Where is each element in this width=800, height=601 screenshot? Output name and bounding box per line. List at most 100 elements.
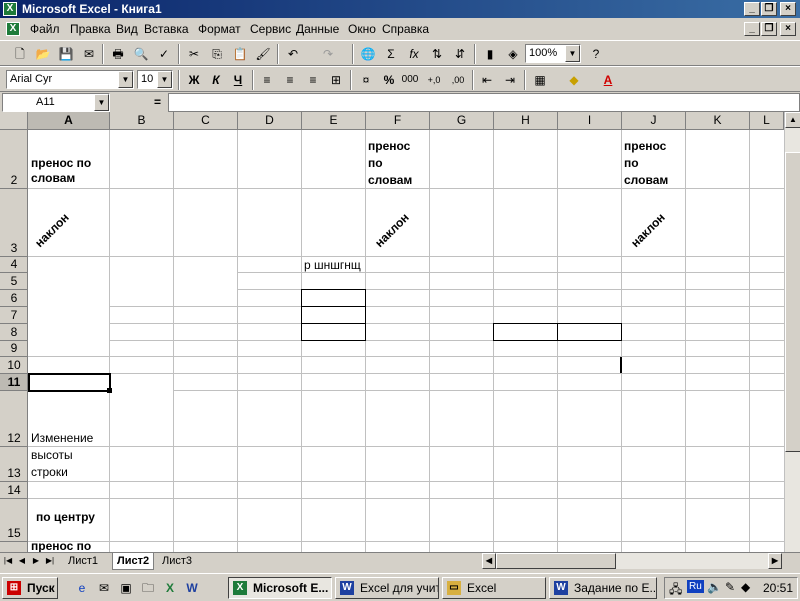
align-right-icon[interactable]: ≡ [303,70,323,90]
network-icon[interactable]: 🖧 [669,580,682,601]
fill-color-icon[interactable]: ◆ [564,70,584,90]
sort-ascending-icon[interactable]: ⇅ [427,44,447,64]
formula-input[interactable] [168,93,800,112]
chevron-down-icon[interactable]: ▼ [94,94,109,111]
thousands-button[interactable]: 000 [400,70,420,90]
cell-a2[interactable]: пренос по словам [31,156,107,186]
row-header-7[interactable]: 7 [0,307,28,324]
align-left-icon[interactable]: ≡ [257,70,277,90]
cell-f3[interactable]: наклон [372,210,412,250]
folder-icon[interactable]: 🗀 [138,578,158,598]
outlook-icon[interactable]: ✉ [94,578,114,598]
last-sheet-button[interactable]: ▶| [44,553,56,569]
row-header-11[interactable]: 11 [0,374,28,391]
row-header-16[interactable] [0,542,28,552]
ie-icon[interactable]: e [72,578,92,598]
italic-button[interactable]: К [206,70,226,90]
maximize-button[interactable]: ❐ [761,2,777,16]
menu-format[interactable]: Формат [198,22,241,36]
scroll-right-button[interactable]: ▶ [768,553,782,569]
office-assistant-icon[interactable]: ? [586,44,606,64]
name-box[interactable]: A11 ▼ [2,93,110,112]
bold-button[interactable]: Ж [184,70,204,90]
scroll-left-button[interactable]: ◀ [482,553,496,569]
font-size-select[interactable]: 10 ▼ [137,70,173,89]
row-header-3[interactable]: 3 [0,189,28,257]
fill-handle[interactable] [107,388,112,393]
row-header-5[interactable]: 5 [0,273,28,290]
col-header-i[interactable]: I [558,112,622,130]
col-header-b[interactable]: B [110,112,174,130]
volume-icon[interactable]: 🔈 [707,580,722,594]
sheet-tab-2[interactable]: Лист2 [112,553,155,570]
cell-a16[interactable]: пренос по [31,539,91,552]
spelling-icon[interactable]: ✓ [154,44,174,64]
excel-app-icon[interactable]: X [3,2,17,16]
hscroll-thumb[interactable] [496,553,616,569]
chevron-down-icon[interactable]: ▼ [118,71,133,88]
decrease-decimal-button[interactable]: ,00 [448,70,468,90]
col-header-g[interactable]: G [430,112,494,130]
cell-a12[interactable]: Изменение [31,431,93,445]
zoom-select[interactable]: 100% ▼ [525,44,581,63]
word-quick-icon[interactable]: W [182,578,202,598]
select-all-corner[interactable] [0,112,28,130]
desktop-icon[interactable]: ▣ [116,578,136,598]
row-header-15[interactable]: 15 [0,499,28,542]
new-icon[interactable]: 🗋 [10,44,30,64]
cell-i8-border[interactable] [557,323,622,341]
cell-f2[interactable]: пренос по словам [368,138,428,189]
row-header-13[interactable]: 13 [0,447,28,482]
cell-h8-border[interactable] [493,323,558,341]
cell-a13-line1[interactable]: высоты [31,448,73,462]
task-word-doc1[interactable]: WExcel для учит... [335,577,439,599]
cell-j2[interactable]: пренос по словам [624,138,684,189]
col-header-k[interactable]: K [686,112,750,130]
sheet-tab-1[interactable]: Лист1 [68,555,98,567]
cell-e7-border[interactable] [301,306,366,324]
menu-file[interactable]: Файл [30,22,60,36]
row-header-2[interactable]: 2 [0,130,28,189]
borders-icon[interactable]: ▦ [530,70,550,90]
sheet-tab-3[interactable]: Лист3 [162,555,192,567]
col-header-a[interactable]: A [28,112,110,130]
increase-indent-icon[interactable]: ⇥ [500,70,520,90]
workbook-icon[interactable]: X [6,22,20,36]
scroll-up-button[interactable]: ▲ [785,112,800,128]
row-header-8[interactable]: 8 [0,324,28,341]
format-painter-icon[interactable]: 🖌 [253,44,273,64]
open-icon[interactable]: 📂 [33,44,53,64]
active-cell-a11[interactable] [28,373,111,392]
worksheet-grid[interactable]: A B C D E F G H I J K L 2 3 4 5 6 7 8 9 … [0,112,800,552]
chevron-down-icon[interactable]: ▼ [565,45,580,62]
font-color-icon[interactable]: A [598,70,618,90]
hyperlink-icon[interactable]: 🌐 [358,44,378,64]
menu-tools[interactable]: Сервис [250,22,291,36]
font-name-select[interactable]: Arial Cyr ▼ [6,70,134,89]
task-word-doc2[interactable]: W Задание по Е... [549,577,657,599]
task-excel[interactable]: X Microsoft E... [228,577,332,599]
col-header-j[interactable]: J [622,112,686,130]
row-header-10[interactable]: 10 [0,357,28,374]
cell-e4[interactable]: р шншгнщ [304,258,361,272]
row-header-9[interactable]: 9 [0,341,28,357]
minimize-button[interactable]: _ [744,2,760,16]
cell-j3[interactable]: наклон [628,210,668,250]
menu-view[interactable]: Вид [116,22,138,36]
increase-decimal-button[interactable]: +,0 [424,70,444,90]
function-button[interactable]: fx [404,44,424,64]
chevron-down-icon[interactable]: ▼ [157,71,172,88]
paste-icon[interactable]: 📋 [230,44,250,64]
cell-a15[interactable]: по центру [36,510,95,524]
cell-a3[interactable]: наклон [32,210,72,250]
row-header-4[interactable]: 4 [0,257,28,273]
horizontal-scrollbar[interactable]: ◀ ▶ [482,553,782,569]
percent-button[interactable]: % [379,70,399,90]
sort-descending-icon[interactable]: ⇵ [450,44,470,64]
cell-a13-line2[interactable]: строки [31,465,68,479]
autosum-button[interactable]: Σ [381,44,401,64]
doc-restore-button[interactable]: ❐ [761,22,777,36]
cell-e6-border[interactable] [301,289,366,307]
doc-minimize-button[interactable]: _ [744,22,760,36]
drawing-icon[interactable]: ◈ [503,44,523,64]
